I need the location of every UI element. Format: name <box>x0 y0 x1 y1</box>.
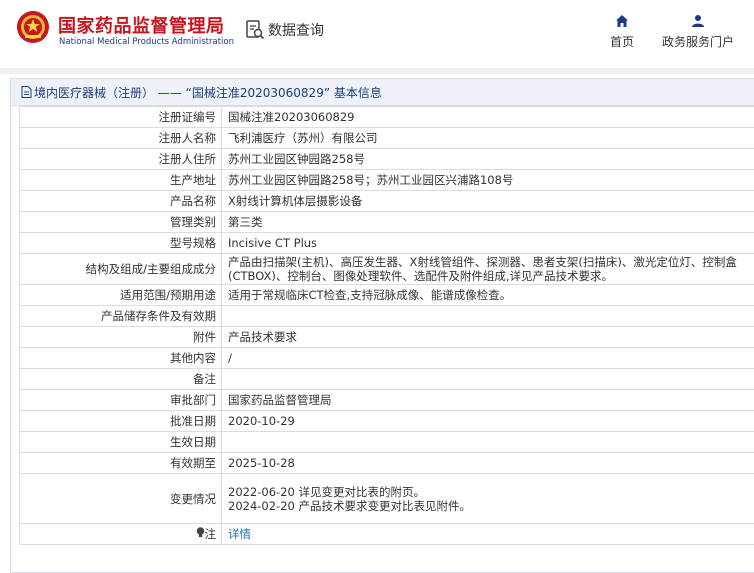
table-row: 注册证编号国械注准20203060829 <box>20 107 754 128</box>
table-row: 产品名称X射线计算机体层摄影设备 <box>20 191 754 212</box>
nav-home-label: 首页 <box>608 33 636 50</box>
field-label: 产品名称 <box>20 191 222 212</box>
field-value <box>222 306 754 327</box>
panel-title-bar: 境内医疗器械（注册） —— “国械注准20203060829” 基本信息 <box>11 79 754 106</box>
home-icon <box>615 14 629 28</box>
field-value: 2020-10-29 <box>222 411 754 432</box>
nav-home[interactable]: 首页 <box>608 14 636 50</box>
field-label: 结构及组成/主要组成成分 <box>20 254 222 285</box>
table-row: 结构及组成/主要组成成分产品由扫描架(主机)、高压发生器、X射线管组件、探测器、… <box>20 254 754 285</box>
table-row: 其他内容/ <box>20 348 754 369</box>
field-value <box>222 369 754 390</box>
field-value: 苏州工业园区钟园路258号 <box>222 149 754 170</box>
field-label: 注册人名称 <box>20 128 222 149</box>
detail-table: 注册证编号国械注准20203060829 注册人名称飞利浦医疗（苏州）有限公司 … <box>19 106 754 545</box>
changes-value: 2022-06-20 详见变更对比表的附页。 2024-02-20 产品技术要求… <box>222 474 754 524</box>
search-document-icon <box>245 19 265 41</box>
field-value: 国家药品监督管理局 <box>222 390 754 411</box>
table-row: 产品储存条件及有效期 <box>20 306 754 327</box>
note-row: 注 详情 <box>20 524 754 545</box>
table-row: 管理类别第三类 <box>20 212 754 233</box>
table-row: 备注 <box>20 369 754 390</box>
field-value: / <box>222 348 754 369</box>
field-label: 附件 <box>20 327 222 348</box>
table-row: 附件产品技术要求 <box>20 327 754 348</box>
change-line: 2022-06-20 详见变更对比表的附页。 <box>228 485 748 499</box>
nav-service-portal-label: 政务服务门户 <box>660 33 736 50</box>
field-label: 注册证编号 <box>20 107 222 128</box>
table-row: 生产地址苏州工业园区钟园路258号；苏州工业园区兴浦路108号 <box>20 170 754 191</box>
data-query-link[interactable]: 数据查询 <box>245 19 324 41</box>
field-value: 产品由扫描架(主机)、高压发生器、X射线管组件、探测器、患者支架(扫描床)、激光… <box>222 254 754 285</box>
detail-panel: 境内医疗器械（注册） —— “国械注准20203060829” 基本信息 注册证… <box>10 78 754 573</box>
table-row: 批准日期2020-10-29 <box>20 411 754 432</box>
panel-title: 境内医疗器械（注册） —— “国械注准20203060829” 基本信息 <box>34 84 382 101</box>
field-value: X射线计算机体层摄影设备 <box>222 191 754 212</box>
changes-label: 变更情况 <box>20 474 222 524</box>
table-row: 适用范围/预期用途适用于常规临床CT检查,支持冠脉成像、能谱成像检查。 <box>20 285 754 306</box>
field-label: 备注 <box>20 369 222 390</box>
document-icon <box>21 86 32 98</box>
table-row: 审批部门国家药品监督管理局 <box>20 390 754 411</box>
brand-name-en: National Medical Products Administration <box>59 37 234 47</box>
field-label: 生产地址 <box>20 170 222 191</box>
field-value: 2025-10-28 <box>222 453 754 474</box>
field-label: 生效日期 <box>20 432 222 453</box>
site-header: 国家药品监督管理局 National Medical Products Admi… <box>0 0 754 68</box>
user-icon <box>691 14 705 28</box>
change-line: 2024-02-20 产品技术要求变更对比表见附件。 <box>228 499 748 513</box>
field-value: Incisive CT Plus <box>222 233 754 254</box>
table-row: 有效期至2025-10-28 <box>20 453 754 474</box>
field-label: 有效期至 <box>20 453 222 474</box>
field-label: 批准日期 <box>20 411 222 432</box>
field-value: 飞利浦医疗（苏州）有限公司 <box>222 128 754 149</box>
field-label: 产品储存条件及有效期 <box>20 306 222 327</box>
lightbulb-icon <box>196 527 205 538</box>
details-link[interactable]: 详情 <box>228 527 251 541</box>
field-value: 国械注准20203060829 <box>222 107 754 128</box>
table-row: 生效日期 <box>20 432 754 453</box>
note-label-cell: 注 <box>20 524 222 545</box>
field-label: 审批部门 <box>20 390 222 411</box>
field-label: 注册人住所 <box>20 149 222 170</box>
field-value: 产品技术要求 <box>222 327 754 348</box>
table-row: 注册人住所苏州工业园区钟园路258号 <box>20 149 754 170</box>
changes-row: 变更情况 2022-06-20 详见变更对比表的附页。 2024-02-20 产… <box>20 474 754 524</box>
note-label: 注 <box>205 527 217 541</box>
field-label: 其他内容 <box>20 348 222 369</box>
table-row: 型号规格Incisive CT Plus <box>20 233 754 254</box>
field-value: 适用于常规临床CT检查,支持冠脉成像、能谱成像检查。 <box>222 285 754 306</box>
field-value <box>222 432 754 453</box>
brand-name-cn: 国家药品监督管理局 <box>58 12 225 38</box>
field-value: 第三类 <box>222 212 754 233</box>
field-value: 苏州工业园区钟园路258号；苏州工业园区兴浦路108号 <box>222 170 754 191</box>
field-label: 适用范围/预期用途 <box>20 285 222 306</box>
field-label: 型号规格 <box>20 233 222 254</box>
emblem-logo-icon <box>16 10 50 44</box>
table-row: 注册人名称飞利浦医疗（苏州）有限公司 <box>20 128 754 149</box>
header-divider <box>0 68 754 74</box>
field-label: 管理类别 <box>20 212 222 233</box>
data-query-label: 数据查询 <box>268 20 324 40</box>
nav-service-portal[interactable]: 政务服务门户 <box>660 14 736 50</box>
